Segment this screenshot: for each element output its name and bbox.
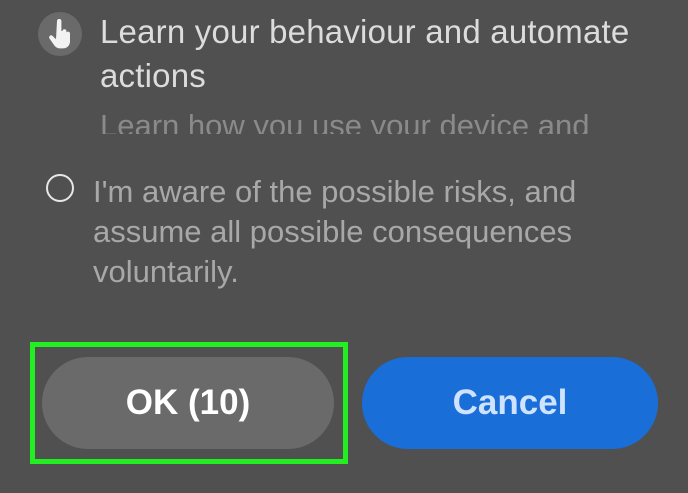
permission-item: Learn your behaviour and automate action… — [38, 8, 658, 148]
permission-description: Learn how you use your device and — [100, 108, 590, 134]
risk-consent-option[interactable]: I'm aware of the possible risks, and ass… — [46, 172, 646, 292]
ok-button[interactable]: OK (10) — [42, 357, 334, 449]
consent-label: I'm aware of the possible risks, and ass… — [93, 174, 577, 289]
cancel-button[interactable]: Cancel — [362, 357, 658, 449]
tap-hand-icon — [38, 12, 82, 56]
permission-title: Learn your behaviour and automate action… — [100, 13, 630, 94]
consent-radio-button[interactable] — [46, 174, 74, 202]
permission-dialog: Learn your behaviour and automate action… — [0, 0, 688, 493]
